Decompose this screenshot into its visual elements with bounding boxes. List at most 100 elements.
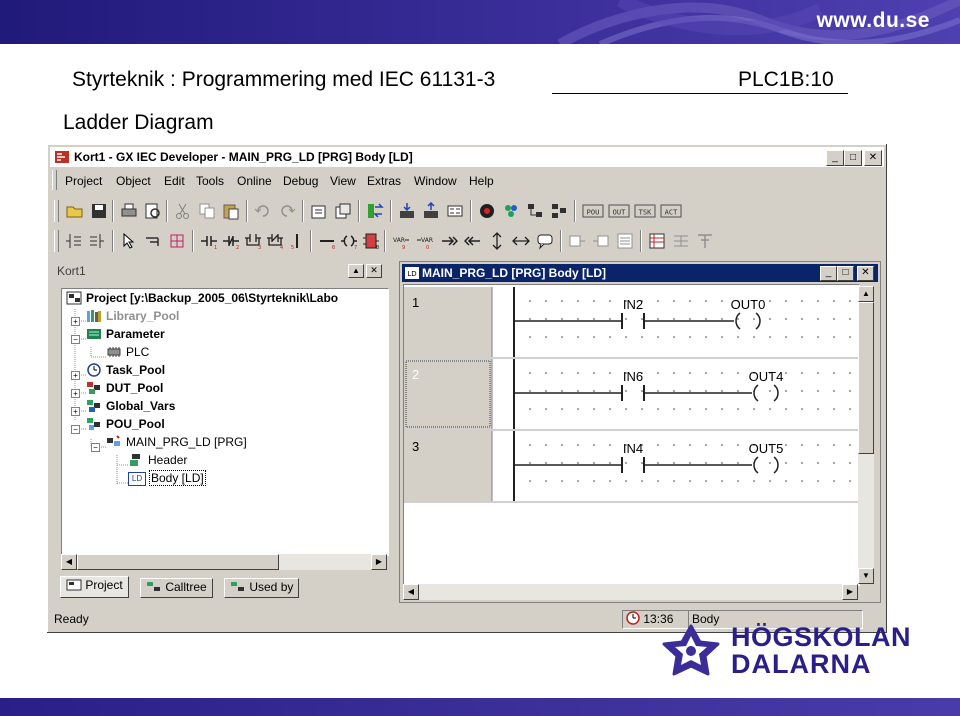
toolbar-grip[interactable]	[54, 200, 59, 222]
menu-online[interactable]: Online	[237, 174, 272, 188]
scroll-up-arrow-icon[interactable]: ▲	[858, 286, 874, 302]
editor-minimize-button[interactable]: _	[820, 266, 837, 281]
tree-toggle-pou[interactable]: −	[71, 425, 80, 434]
tree-toggle-global[interactable]: +	[71, 407, 80, 416]
contact-parallel-icon[interactable]: 3	[244, 232, 262, 250]
tree-item-header[interactable]: Header	[128, 453, 187, 469]
horizontal-arrow-icon[interactable]	[512, 232, 530, 250]
tree-item-plc[interactable]: PLC	[106, 345, 149, 361]
jump-icon[interactable]	[440, 232, 458, 250]
transfer-icon[interactable]	[366, 202, 384, 220]
download-icon[interactable]	[398, 202, 416, 220]
menu-debug[interactable]: Debug	[283, 174, 318, 188]
pou-button-icon[interactable]: POU	[582, 202, 604, 220]
tree-toggle-parameter[interactable]: −	[71, 335, 80, 344]
function-block-icon[interactable]: 8	[362, 232, 380, 250]
out-button-icon[interactable]: OUT	[608, 202, 630, 220]
upload-icon[interactable]	[422, 202, 440, 220]
scroll-down-arrow-icon[interactable]: ▼	[858, 568, 874, 584]
editor-maximize-button[interactable]: □	[837, 266, 854, 281]
print-preview-icon[interactable]	[144, 202, 162, 220]
open-pou-icon[interactable]	[334, 202, 352, 220]
network-join-icon[interactable]	[696, 232, 714, 250]
navigator-close-button[interactable]: ✕	[366, 264, 382, 278]
tab-used-by[interactable]: Used by	[224, 578, 300, 598]
editor-vertical-scrollbar[interactable]: ▲ ▼	[858, 286, 874, 584]
minimize-button[interactable]: _	[826, 150, 844, 166]
coil-icon[interactable]: 7	[340, 232, 358, 250]
scroll-thumb[interactable]	[858, 302, 874, 454]
ladder-diagram[interactable]: 1 IN2 OUT0 2 IN6 OUT4 3 IN4 OUT5	[404, 285, 858, 503]
tree-item-main-prg[interactable]: MAIN_PRG_LD [PRG]	[106, 435, 247, 451]
menubar-grip[interactable]	[52, 170, 57, 190]
tree-item-pou-pool[interactable]: POU_Pool	[86, 417, 165, 433]
tsk-button-icon[interactable]: TSK	[634, 202, 656, 220]
cut-icon[interactable]	[174, 202, 192, 220]
editor-close-button[interactable]: ✕	[857, 266, 874, 281]
select-mode-icon[interactable]	[120, 232, 138, 250]
tab-project[interactable]: Project	[60, 576, 129, 598]
tree-item-body-ld[interactable]: LD Body [LD]	[128, 470, 206, 487]
network-icon[interactable]	[648, 232, 666, 250]
contact-no-icon[interactable]: 1	[200, 232, 218, 250]
tree-item-library-pool[interactable]: Library_Pool	[86, 309, 179, 325]
menu-extras[interactable]: Extras	[367, 174, 401, 188]
insert-row-icon[interactable]	[64, 232, 82, 250]
scroll-thumb[interactable]	[77, 554, 279, 570]
var-input-icon[interactable]: VAR9	[392, 232, 410, 250]
comment-icon[interactable]	[536, 232, 554, 250]
scroll-left-arrow-icon[interactable]: ◀	[61, 554, 77, 570]
tree-item-dut-pool[interactable]: DUT_Pool	[86, 381, 163, 397]
tree-toggle-task[interactable]: +	[71, 371, 80, 380]
zoom-out-icon[interactable]	[592, 232, 610, 250]
return-icon[interactable]	[464, 232, 482, 250]
zoom-in-icon[interactable]	[568, 232, 586, 250]
scroll-right-arrow-icon[interactable]: ▶	[371, 554, 387, 570]
contact-nc-icon[interactable]: 2	[222, 232, 240, 250]
insert-column-icon[interactable]	[88, 232, 106, 250]
horizontal-line-icon[interactable]: 6	[318, 232, 336, 250]
menu-project[interactable]: Project	[65, 174, 102, 188]
contact-parallel-nc-icon[interactable]: 4	[266, 232, 284, 250]
wire-mode-icon[interactable]	[144, 232, 162, 250]
tree-item-task-pool[interactable]: Task_Pool	[86, 363, 165, 379]
settings-tree-icon[interactable]	[550, 202, 568, 220]
menu-window[interactable]: Window	[414, 174, 457, 188]
copy-icon[interactable]	[198, 202, 216, 220]
open-folder-icon[interactable]	[66, 202, 84, 220]
network-split-icon[interactable]	[672, 232, 690, 250]
print-icon[interactable]	[120, 202, 138, 220]
save-icon[interactable]	[90, 202, 108, 220]
monitor-icon[interactable]	[478, 202, 496, 220]
tree-toggle-main-prg[interactable]: −	[91, 443, 100, 452]
tree-item-global-vars[interactable]: Global_Vars	[86, 399, 175, 415]
tree-item-project[interactable]: Project [y:\Backup_2005_06\Styrteknik\La…	[66, 291, 338, 307]
toolbar-grip[interactable]	[54, 230, 59, 252]
undo-icon[interactable]	[254, 202, 272, 220]
scroll-left-arrow-icon[interactable]: ◀	[403, 584, 419, 600]
maximize-button[interactable]: □	[844, 150, 862, 166]
variables-icon[interactable]	[502, 202, 520, 220]
var-output-icon[interactable]: VAR0	[416, 232, 434, 250]
tree-item-parameter[interactable]: Parameter	[86, 327, 165, 343]
act-button-icon[interactable]: ACT	[660, 202, 682, 220]
structure-icon[interactable]	[526, 202, 544, 220]
tab-calltree[interactable]: Calltree	[140, 578, 213, 598]
variable-list-icon[interactable]	[616, 232, 634, 250]
editor-horizontal-scrollbar[interactable]: ◀ ▶	[403, 584, 858, 600]
menu-edit[interactable]: Edit	[164, 174, 185, 188]
menu-object[interactable]: Object	[116, 174, 151, 188]
menu-view[interactable]: View	[330, 174, 356, 188]
tree-toggle-dut[interactable]: +	[71, 389, 80, 398]
menu-tools[interactable]: Tools	[196, 174, 224, 188]
menu-help[interactable]: Help	[469, 174, 494, 188]
close-button[interactable]: ✕	[864, 150, 882, 166]
paste-icon[interactable]	[222, 202, 240, 220]
navigator-collapse-button[interactable]: ▲	[348, 264, 364, 278]
line-mode-icon[interactable]	[168, 232, 186, 250]
tree-toggle-library[interactable]: +	[71, 317, 80, 326]
properties-icon[interactable]	[310, 202, 328, 220]
tree-horizontal-scrollbar[interactable]: ◀ ▶	[61, 554, 387, 570]
vertical-arrow-icon[interactable]	[488, 232, 506, 250]
redo-icon[interactable]	[278, 202, 296, 220]
